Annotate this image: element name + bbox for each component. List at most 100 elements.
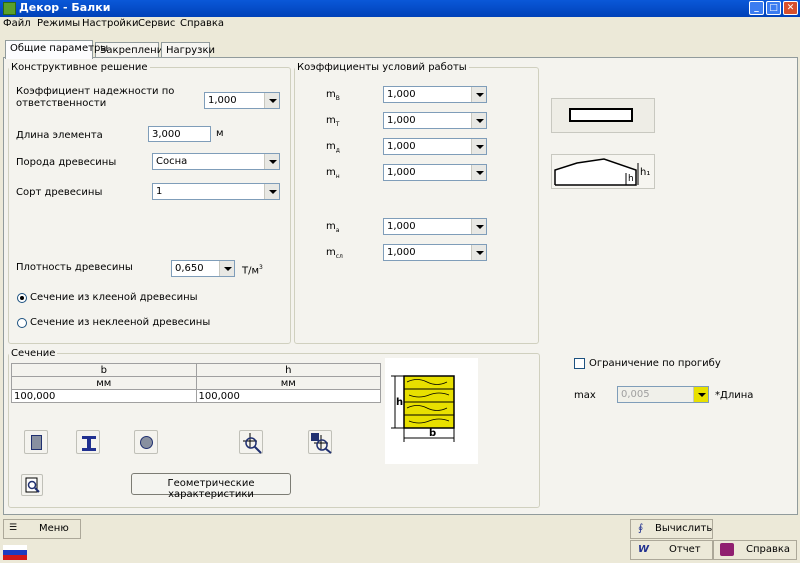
title-bar: Декор - Балки _ □ ✕ [0, 0, 800, 17]
chevron-down-icon[interactable] [264, 154, 279, 169]
nonglued-radio[interactable] [17, 318, 27, 328]
max-label: max [574, 390, 596, 401]
chevron-down-icon[interactable] [471, 113, 486, 128]
grade-value: 1 [156, 186, 163, 197]
shape-rect-button[interactable] [551, 98, 655, 133]
chevron-down-icon[interactable] [693, 387, 708, 402]
glued-label: Сечение из клееной древесины [30, 292, 198, 303]
coef-value: 1,000 [387, 89, 416, 100]
report-icon: W [638, 544, 650, 555]
grade-combo[interactable]: 1 [152, 183, 280, 200]
nonglued-label: Сечение из неклееной древесины [30, 317, 211, 328]
density-value: 0,650 [175, 263, 204, 274]
minimize-button[interactable]: _ [749, 1, 764, 15]
menu-settings[interactable]: Настройки [82, 18, 138, 29]
menu-bar: Файл Режимы Настройки Сервис Справка [0, 17, 800, 33]
section-zoom-button[interactable] [239, 430, 263, 454]
deflection-label: Ограничение по прогибу [589, 358, 721, 369]
coef-value: 1,000 [387, 247, 416, 258]
menu-service[interactable]: Сервис [138, 18, 175, 29]
menu-button[interactable]: ☰ Меню [3, 519, 81, 539]
rect-shape-icon [569, 108, 633, 122]
calculate-button[interactable]: ∮ Вычислить [630, 519, 713, 539]
report-button[interactable]: W Отчет [630, 540, 713, 560]
coef-combo[interactable]: 1,000 [383, 86, 487, 103]
ibeam-section-button[interactable] [76, 430, 100, 454]
coef-value: 1,000 [387, 141, 416, 152]
shape-gable-button[interactable]: h h₁ [551, 154, 655, 189]
section-table: bh мм мм 100,000 100,000 [11, 363, 381, 403]
close-button[interactable]: ✕ [783, 1, 798, 15]
species-combo[interactable]: Сосна [152, 153, 280, 170]
russian-flag-icon [3, 545, 27, 560]
preview-icon [25, 477, 40, 493]
save-section-button[interactable] [308, 430, 332, 454]
max-unit: *Длина [715, 390, 754, 401]
length-label: Длина элемента [16, 130, 103, 141]
density-label: Плотность древесины [16, 262, 133, 273]
rect-section-button[interactable] [24, 430, 48, 454]
wood-section-icon [391, 375, 455, 442]
section-legend: Сечение [11, 348, 56, 359]
diagram-b-label: b [429, 428, 437, 439]
coefs-group: Коэффициенты условий работы [294, 62, 539, 344]
menu-file[interactable]: Файл [3, 18, 31, 29]
coef-sub: сл [335, 253, 343, 260]
coef-m: m [326, 115, 336, 126]
chevron-down-icon[interactable] [471, 139, 486, 154]
coef-sub: д [335, 147, 340, 154]
chevron-down-icon[interactable] [471, 165, 486, 180]
species-value: Сосна [156, 156, 188, 167]
coef-combo[interactable]: 1,000 [383, 218, 487, 235]
window-title: Декор - Балки [19, 1, 111, 14]
length-input[interactable]: 3,000 [148, 126, 211, 142]
coef-combo[interactable]: 1,000 [383, 138, 487, 155]
magnify-section-icon [243, 433, 262, 454]
menu-modes[interactable]: Режимы [37, 18, 80, 29]
save-magnify-icon [311, 433, 332, 454]
coef-m: m [326, 141, 336, 152]
max-combo[interactable]: 0,005 [617, 386, 709, 403]
h-label: h [628, 174, 634, 184]
chevron-down-icon[interactable] [264, 184, 279, 199]
density-combo[interactable]: 0,650 [171, 260, 235, 277]
grade-label: Сорт древесины [16, 187, 103, 198]
tab-general[interactable]: Общие параметры [5, 40, 108, 59]
reliability-label: Коэффициент надежности по [16, 86, 175, 97]
coef-label: mа [326, 221, 339, 234]
coef-sub: н [335, 173, 340, 180]
unit-h: мм [195, 376, 381, 390]
coef-combo[interactable]: 1,000 [383, 112, 487, 129]
menu-list-icon: ☰ [9, 523, 18, 533]
coef-label: mд [326, 141, 340, 154]
h-value-cell[interactable]: 100,000 [195, 389, 381, 403]
coef-value: 1,000 [387, 115, 416, 126]
chevron-down-icon[interactable] [471, 219, 486, 234]
menu-help[interactable]: Справка [180, 18, 224, 29]
b-value-cell[interactable]: 100,000 [11, 389, 197, 403]
coef-sub: T [335, 121, 340, 128]
help-label: Справка [746, 544, 791, 555]
chevron-down-icon[interactable] [264, 93, 279, 108]
chevron-down-icon[interactable] [219, 261, 234, 276]
chevron-down-icon[interactable] [471, 87, 486, 102]
density-unit-sup: 3 [259, 264, 263, 271]
deflection-checkbox[interactable] [574, 358, 585, 369]
help-button[interactable]: Справка [713, 540, 797, 560]
coef-label: mT [326, 115, 339, 128]
constructive-legend: Конструктивное решение [11, 62, 148, 73]
preview-button[interactable] [21, 474, 43, 496]
coef-m: m [326, 89, 336, 100]
coef-label: mн [326, 167, 340, 180]
h1-label: h₁ [640, 167, 651, 178]
coef-combo[interactable]: 1,000 [383, 244, 487, 261]
rect-section-icon [31, 435, 42, 450]
maximize-button[interactable]: □ [766, 1, 781, 15]
glued-radio[interactable] [17, 293, 27, 303]
round-section-button[interactable] [134, 430, 158, 454]
chevron-down-icon[interactable] [471, 245, 486, 260]
reliability-combo[interactable]: 1,000 [204, 92, 280, 109]
menu-button-label: Меню [39, 523, 69, 534]
geom-characteristics-button[interactable]: Геометрические характеристики [131, 473, 291, 500]
coef-combo[interactable]: 1,000 [383, 164, 487, 181]
